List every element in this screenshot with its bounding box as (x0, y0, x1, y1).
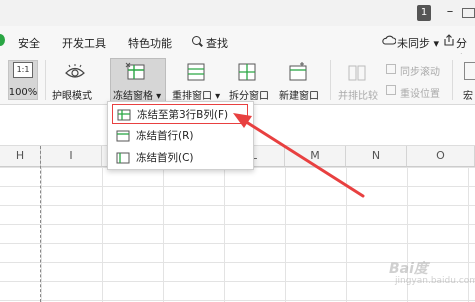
tab-special-features[interactable]: 特色功能 (128, 35, 172, 51)
freeze-panes-label: 冻结窗格 ▾ (113, 91, 162, 102)
menu-item-label: 冻结首行(R) (136, 130, 194, 142)
macro-icon (464, 62, 475, 80)
tab-security[interactable]: 安全 (18, 35, 40, 51)
watermark-logo: Bai度 (389, 261, 428, 277)
menu-item-freeze-first-column[interactable]: 冻结首列(C) (112, 148, 248, 168)
eye-icon (65, 64, 85, 78)
new-window-icon (289, 62, 307, 81)
sync-status[interactable]: 未同步 ▾ (397, 35, 439, 51)
menu-item-label: 冻结首列(C) (136, 152, 194, 164)
cloud-icon (382, 35, 396, 45)
reset-position-icon (386, 85, 396, 95)
column-header-i[interactable]: I (41, 146, 102, 166)
rearrange-windows-button[interactable]: 重排窗口 ▾ (172, 87, 220, 102)
column-header-h[interactable]: H (0, 146, 41, 166)
menu-item-freeze-first-row[interactable]: 冻结首行(R) (112, 126, 248, 146)
freeze-first-column-icon (116, 152, 130, 164)
side-by-side-button[interactable]: 并排比较 (338, 87, 378, 102)
rearrange-windows-icon (187, 63, 205, 81)
zoom-icon: 1:1 (13, 62, 33, 78)
title-bar (0, 0, 475, 26)
minimize-button[interactable]: – (443, 5, 457, 21)
ribbon-divider (45, 60, 46, 100)
zoom-label: 100% (8, 87, 38, 98)
ribbon-divider (452, 60, 453, 100)
menu-item-freeze-to-cell[interactable]: 冻结至第3行B列(F) (112, 104, 248, 124)
freeze-divider-line (40, 146, 41, 302)
reset-position-button[interactable]: 重设位置 (400, 85, 440, 100)
tab-count-badge[interactable]: 1 (417, 5, 431, 21)
macro-button[interactable]: 宏 (463, 87, 473, 102)
watermark-text: jingyan.baidu.com (395, 276, 475, 286)
column-header-n[interactable]: N (346, 146, 407, 166)
share-icon (444, 34, 454, 46)
split-window-button[interactable]: 拆分窗口 (229, 87, 269, 102)
new-window-button[interactable]: 新建窗口 (279, 87, 319, 102)
column-header-o[interactable]: O (407, 146, 475, 166)
side-by-side-icon (348, 65, 366, 81)
column-header-m[interactable]: M (285, 146, 346, 166)
eye-protection-button[interactable]: 护眼模式 (52, 87, 92, 102)
maximize-button[interactable] (462, 8, 475, 18)
freeze-rows-cols-icon (117, 109, 131, 121)
split-window-icon (238, 63, 256, 81)
tab-search[interactable]: 查找 (206, 35, 228, 51)
tab-developer-tools[interactable]: 开发工具 (62, 35, 106, 51)
freeze-panes-icon (125, 62, 145, 80)
ribbon-divider (330, 60, 331, 100)
freeze-first-row-icon (116, 130, 130, 142)
sync-scroll-button[interactable]: 同步滚动 (400, 63, 440, 78)
search-icon (192, 36, 201, 45)
sync-scroll-icon (386, 64, 396, 74)
menu-item-label: 冻结至第3行B列(F) (137, 109, 229, 121)
